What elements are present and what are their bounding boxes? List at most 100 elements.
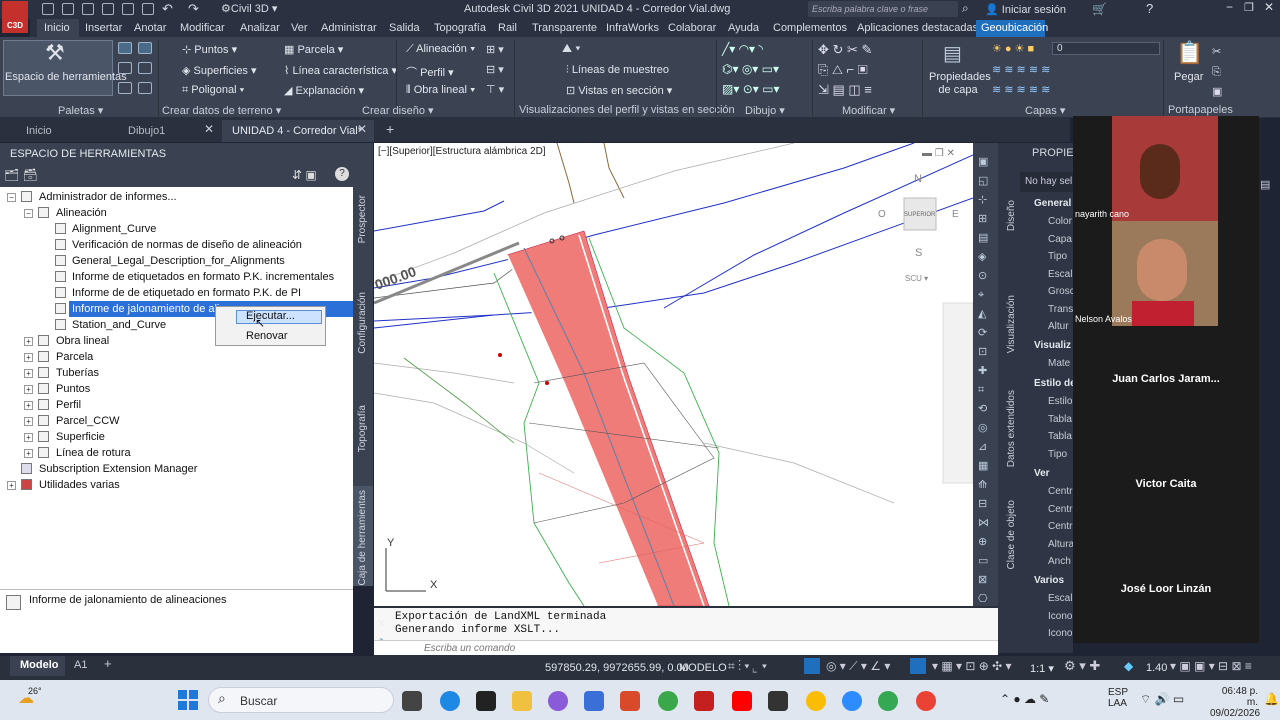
viewcube-south[interactable]: S: [915, 247, 922, 259]
puntos-button[interactable]: ⊹ Puntos ▾: [182, 43, 237, 56]
properties-row[interactable]: Centr: [1048, 521, 1072, 532]
tree-report-item[interactable]: General_Legal_Description_for_Alignments: [72, 254, 285, 269]
participant-video-1[interactable]: [1112, 116, 1218, 221]
paste-label[interactable]: Pegar: [1174, 71, 1203, 83]
intersection-icon[interactable]: ⊤ ▾: [486, 83, 504, 96]
app-icon[interactable]: [476, 691, 496, 711]
context-run-item[interactable]: Ejecutar...: [246, 309, 295, 324]
expand-icon[interactable]: +: [24, 353, 33, 362]
tab-complementos[interactable]: Complementos: [773, 22, 847, 34]
civil3d-logo[interactable]: C3D: [2, 1, 28, 33]
expand-icon[interactable]: +: [24, 417, 33, 426]
save-as-icon[interactable]: [102, 3, 114, 15]
tree-report-item[interactable]: Informe de de etiquetado en formato P.K.…: [72, 286, 301, 301]
tab-modelo[interactable]: Modelo: [20, 659, 59, 671]
windows-start-icon[interactable]: [178, 690, 198, 710]
app-icon[interactable]: [658, 691, 678, 711]
tree-category-item[interactable]: Obra lineal: [56, 334, 109, 349]
workspace-gear-icon[interactable]: ⚙ ▾ ✚: [1064, 658, 1100, 674]
layer-state-icon[interactable]: ☀ ● ☀ ■: [992, 42, 1034, 55]
props-tab-diseno[interactable]: Diseño: [1006, 200, 1017, 231]
panel-toggle-icon[interactable]: [118, 42, 132, 54]
pipe-network-icon[interactable]: ⊟ ▾: [486, 63, 504, 76]
properties-row[interactable]: Escal: [1048, 593, 1072, 604]
side-tab-caja[interactable]: Caja de herramientas: [357, 490, 368, 586]
properties-section-header[interactable]: General: [1034, 198, 1071, 209]
modificar-footer[interactable]: Modificar ▾: [842, 104, 895, 117]
tree-selected-report[interactable]: Informe de jalonamiento de alin: [72, 302, 225, 317]
properties-row[interactable]: Trans: [1048, 304, 1073, 315]
tab-modificar[interactable]: Modificar: [180, 22, 225, 34]
selection-cycle-icon[interactable]: [910, 658, 926, 674]
obra-lineal-button[interactable]: ⫴ Obra lineal ▾: [406, 84, 475, 97]
chrome-icon[interactable]: [916, 691, 936, 711]
expand-icon[interactable]: +: [24, 433, 33, 442]
tab-inicio[interactable]: Inicio: [44, 22, 70, 34]
poligonal-button[interactable]: ⌗ Poligonal ▾: [182, 84, 244, 97]
ucs-menu[interactable]: SCU ▾: [905, 274, 928, 283]
props-tab-clase[interactable]: Clase de objeto: [1006, 500, 1017, 570]
tab-a1[interactable]: A1: [74, 659, 87, 671]
expand-icon[interactable]: +: [7, 481, 16, 490]
tray-icons[interactable]: ⌃ ● ☁ ✎: [1000, 692, 1049, 706]
properties-row[interactable]: Centr: [1048, 486, 1072, 497]
copy-icon[interactable]: ⎘ △ ⌐ ▣: [818, 62, 868, 78]
crear-diseno-footer[interactable]: Crear diseño ▾: [362, 104, 434, 117]
minimize-icon[interactable]: −: [1226, 0, 1233, 14]
tree-report-item[interactable]: Verificación de normas de diseño de alin…: [72, 238, 302, 253]
notifications-icon[interactable]: 🔔: [1264, 692, 1279, 706]
clipboard-tools-icon[interactable]: ✂ ⎘ ▣: [1212, 42, 1222, 102]
tab-administrar[interactable]: Administrar: [321, 22, 377, 34]
properties-row[interactable]: Altur: [1048, 321, 1069, 332]
tab-analizar[interactable]: Analizar: [240, 22, 280, 34]
chrome-icon[interactable]: [806, 691, 826, 711]
properties-row[interactable]: Color: [1048, 216, 1072, 227]
layer-match-icon[interactable]: ≋ ≋ ≋ ≋ ≋: [992, 83, 1050, 96]
properties-row[interactable]: Capa: [1048, 234, 1072, 245]
help-icon[interactable]: ?: [1146, 1, 1153, 16]
expand-icon[interactable]: +: [24, 385, 33, 394]
properties-row[interactable]: Altura: [1048, 539, 1074, 550]
side-tab-topografia[interactable]: Topografía: [357, 405, 368, 452]
tab-rail[interactable]: Rail: [498, 22, 517, 34]
app-icon[interactable]: [768, 691, 788, 711]
close-tab-icon[interactable]: ✕: [204, 122, 214, 136]
expand-icon[interactable]: +: [24, 401, 33, 410]
layer-properties-icon[interactable]: ▤: [943, 41, 962, 66]
civil3d-taskbar-icon[interactable]: [694, 691, 714, 711]
lineas-muestreo-button[interactable]: ⫶ Líneas de muestreo: [566, 64, 669, 77]
doctab-dibujo1[interactable]: Dibujo1: [128, 125, 165, 137]
properties-row[interactable]: Escal: [1048, 269, 1072, 280]
properties-row[interactable]: Centr: [1048, 504, 1072, 515]
tab-topografia[interactable]: Topografía: [434, 22, 486, 34]
panel-menu-icon[interactable]: ▤: [1260, 178, 1270, 191]
move-icon[interactable]: ✥ ↻ ✂ ✎: [818, 42, 872, 58]
redo-icon[interactable]: ↷: [188, 1, 199, 17]
tab-infraworks[interactable]: InfraWorks: [606, 22, 659, 34]
properties-row[interactable]: Tipo: [1048, 449, 1067, 460]
tree-category-item[interactable]: Parcel_CCW: [56, 414, 120, 429]
stretch-icon[interactable]: ⇲ ▤ ◫ ≡: [818, 82, 872, 98]
language-indicator[interactable]: ESP LAA: [1108, 687, 1128, 709]
properties-section-header[interactable]: Estilo de: [1034, 378, 1076, 389]
close-command-icon[interactable]: ✕: [377, 617, 386, 630]
tab-salida[interactable]: Salida: [389, 22, 420, 34]
parcela-button[interactable]: ▦ Parcela ▾: [284, 43, 343, 56]
tree-report-item[interactable]: Station_and_Curve: [72, 318, 166, 333]
new-tab-icon[interactable]: +: [386, 121, 394, 137]
hatch-icon[interactable]: ▨▾ ⊙▾ ▭▾: [722, 82, 779, 96]
properties-row[interactable]: Mate: [1048, 358, 1070, 369]
collapse-icon[interactable]: −: [7, 193, 16, 202]
tree-category-item[interactable]: Perfil: [56, 398, 81, 413]
new-icon[interactable]: [42, 3, 54, 15]
tree-alineacion[interactable]: Alineación: [56, 206, 107, 221]
tab-colaborar[interactable]: Colaborar: [668, 22, 716, 34]
properties-row[interactable]: Anch: [1048, 556, 1071, 567]
workspace-selector[interactable]: ⚙Civil 3D ▾: [221, 2, 277, 15]
tab-anotar[interactable]: Anotar: [134, 22, 166, 34]
osnap-tools-icon[interactable]: ▾ ▦ ▾ ⊡ ⊕ ✣ ▾: [932, 659, 1012, 673]
properties-row[interactable]: Estilo: [1048, 396, 1072, 407]
tree-category-item[interactable]: Parcela: [56, 350, 93, 365]
linea-caracteristica-button[interactable]: ⌇ Línea característica ▾: [284, 64, 397, 77]
web-icon[interactable]: [122, 3, 134, 15]
